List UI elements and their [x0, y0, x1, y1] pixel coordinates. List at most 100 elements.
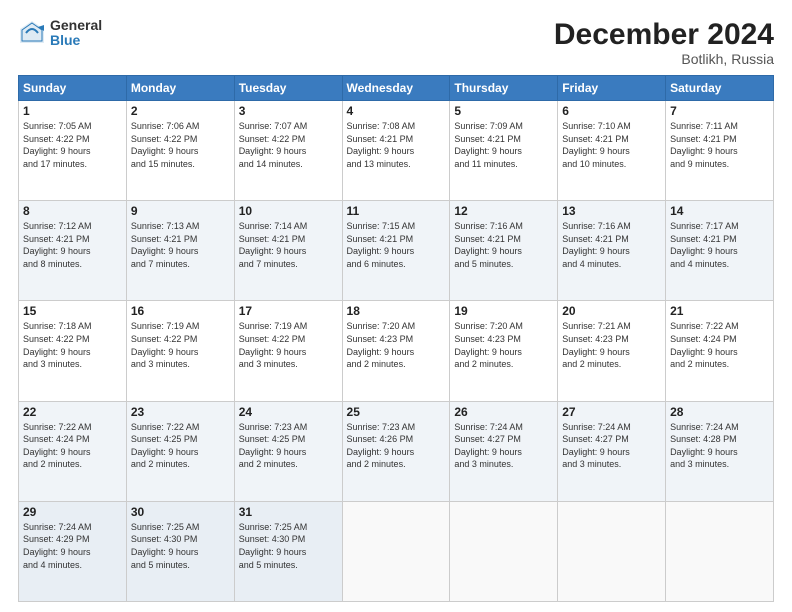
calendar-cell: 26 Sunrise: 7:24 AM Sunset: 4:27 PM Dayli… [450, 401, 558, 501]
day-info: Sunrise: 7:08 AM Sunset: 4:21 PM Dayligh… [347, 120, 446, 170]
day-info: Sunrise: 7:16 AM Sunset: 4:21 PM Dayligh… [562, 220, 661, 270]
day-number: 29 [23, 505, 122, 519]
calendar-cell: 13Sunrise: 7:16 AM Sunset: 4:21 PM Dayli… [558, 201, 666, 301]
day-info: Sunrise: 7:22 AM Sunset: 4:24 PM Dayligh… [23, 421, 122, 471]
day-info: Sunrise: 7:05 AM Sunset: 4:22 PM Dayligh… [23, 120, 122, 170]
day-number: 3 [239, 104, 338, 118]
calendar-cell: 23 Sunrise: 7:22 AM Sunset: 4:25 PM Dayli… [126, 401, 234, 501]
calendar-cell: 14 Sunrise: 7:17 AM Sunset: 4:21 PM Dayli… [666, 201, 774, 301]
day-number: 16 [131, 304, 230, 318]
day-number: 9 [131, 204, 230, 218]
day-number: 5 [454, 104, 553, 118]
day-info: Sunrise: 7:19 AM Sunset: 4:22 PM Dayligh… [239, 320, 338, 370]
day-number: 23 [131, 405, 230, 419]
day-number: 28 [670, 405, 769, 419]
calendar-cell: 25Sunrise: 7:23 AM Sunset: 4:26 PM Dayli… [342, 401, 450, 501]
calendar-cell: 21 Sunrise: 7:22 AM Sunset: 4:24 PM Dayli… [666, 301, 774, 401]
day-info: Sunrise: 7:24 AM Sunset: 4:27 PM Dayligh… [454, 421, 553, 471]
calendar-cell: 19Sunrise: 7:20 AM Sunset: 4:23 PM Dayli… [450, 301, 558, 401]
day-info: Sunrise: 7:10 AM Sunset: 4:21 PM Dayligh… [562, 120, 661, 170]
day-info: Sunrise: 7:22 AM Sunset: 4:25 PM Dayligh… [131, 421, 230, 471]
day-info: Sunrise: 7:12 AM Sunset: 4:21 PM Dayligh… [23, 220, 122, 270]
calendar-cell [558, 501, 666, 601]
calendar-cell: 22 Sunrise: 7:22 AM Sunset: 4:24 PM Dayli… [19, 401, 127, 501]
week-row-4: 29Sunrise: 7:24 AM Sunset: 4:29 PM Dayli… [19, 501, 774, 601]
calendar-cell: 12 Sunrise: 7:16 AM Sunset: 4:21 PM Dayli… [450, 201, 558, 301]
calendar-cell: 10 Sunrise: 7:14 AM Sunset: 4:21 PM Dayli… [234, 201, 342, 301]
header-wednesday: Wednesday [342, 76, 450, 101]
day-number: 14 [670, 204, 769, 218]
day-info: Sunrise: 7:25 AM Sunset: 4:30 PM Dayligh… [239, 521, 338, 571]
calendar-table: SundayMondayTuesdayWednesdayThursdayFrid… [18, 75, 774, 602]
day-number: 1 [23, 104, 122, 118]
calendar-cell: 9Sunrise: 7:13 AM Sunset: 4:21 PM Daylig… [126, 201, 234, 301]
day-number: 15 [23, 304, 122, 318]
header-saturday: Saturday [666, 76, 774, 101]
logo: General Blue [18, 18, 102, 49]
day-info: Sunrise: 7:18 AM Sunset: 4:22 PM Dayligh… [23, 320, 122, 370]
calendar-cell: 17 Sunrise: 7:19 AM Sunset: 4:22 PM Dayli… [234, 301, 342, 401]
header-monday: Monday [126, 76, 234, 101]
logo-line1: General [50, 18, 102, 33]
day-number: 19 [454, 304, 553, 318]
calendar-cell: 3 Sunrise: 7:07 AM Sunset: 4:22 PM Daylig… [234, 101, 342, 201]
day-info: Sunrise: 7:19 AM Sunset: 4:22 PM Dayligh… [131, 320, 230, 370]
day-number: 7 [670, 104, 769, 118]
day-number: 17 [239, 304, 338, 318]
month-title: December 2024 [554, 18, 774, 51]
day-info: Sunrise: 7:07 AM Sunset: 4:22 PM Dayligh… [239, 120, 338, 170]
header-tuesday: Tuesday [234, 76, 342, 101]
day-info: Sunrise: 7:11 AM Sunset: 4:21 PM Dayligh… [670, 120, 769, 170]
calendar-cell: 31 Sunrise: 7:25 AM Sunset: 4:30 PM Dayli… [234, 501, 342, 601]
week-row-0: 1 Sunrise: 7:05 AM Sunset: 4:22 PM Daylig… [19, 101, 774, 201]
calendar-cell: 4Sunrise: 7:08 AM Sunset: 4:21 PM Daylig… [342, 101, 450, 201]
calendar-cell: 7 Sunrise: 7:11 AM Sunset: 4:21 PM Daylig… [666, 101, 774, 201]
day-number: 10 [239, 204, 338, 218]
day-number: 30 [131, 505, 230, 519]
calendar-cell: 27 Sunrise: 7:24 AM Sunset: 4:27 PM Dayli… [558, 401, 666, 501]
week-row-1: 8 Sunrise: 7:12 AM Sunset: 4:21 PM Daylig… [19, 201, 774, 301]
day-number: 31 [239, 505, 338, 519]
day-info: Sunrise: 7:15 AM Sunset: 4:21 PM Dayligh… [347, 220, 446, 270]
calendar-cell: 5 Sunrise: 7:09 AM Sunset: 4:21 PM Daylig… [450, 101, 558, 201]
day-info: Sunrise: 7:20 AM Sunset: 4:23 PM Dayligh… [347, 320, 446, 370]
week-row-2: 15 Sunrise: 7:18 AM Sunset: 4:22 PM Dayli… [19, 301, 774, 401]
header-friday: Friday [558, 76, 666, 101]
calendar-cell: 6 Sunrise: 7:10 AM Sunset: 4:21 PM Daylig… [558, 101, 666, 201]
calendar-cell [342, 501, 450, 601]
calendar-cell: 11 Sunrise: 7:15 AM Sunset: 4:21 PM Dayli… [342, 201, 450, 301]
day-info: Sunrise: 7:14 AM Sunset: 4:21 PM Dayligh… [239, 220, 338, 270]
logo-text: General Blue [50, 18, 102, 49]
day-info: Sunrise: 7:21 AM Sunset: 4:23 PM Dayligh… [562, 320, 661, 370]
day-info: Sunrise: 7:25 AM Sunset: 4:30 PM Dayligh… [131, 521, 230, 571]
day-number: 27 [562, 405, 661, 419]
day-number: 18 [347, 304, 446, 318]
day-info: Sunrise: 7:23 AM Sunset: 4:25 PM Dayligh… [239, 421, 338, 471]
day-number: 22 [23, 405, 122, 419]
calendar-cell: 16 Sunrise: 7:19 AM Sunset: 4:22 PM Dayli… [126, 301, 234, 401]
day-number: 12 [454, 204, 553, 218]
calendar-cell [666, 501, 774, 601]
calendar-cell: 20Sunrise: 7:21 AM Sunset: 4:23 PM Dayli… [558, 301, 666, 401]
logo-icon [18, 19, 46, 47]
day-info: Sunrise: 7:24 AM Sunset: 4:27 PM Dayligh… [562, 421, 661, 471]
subtitle: Botlikh, Russia [554, 51, 774, 67]
day-info: Sunrise: 7:06 AM Sunset: 4:22 PM Dayligh… [131, 120, 230, 170]
calendar-cell: 1 Sunrise: 7:05 AM Sunset: 4:22 PM Daylig… [19, 101, 127, 201]
day-number: 26 [454, 405, 553, 419]
calendar-cell: 29Sunrise: 7:24 AM Sunset: 4:29 PM Dayli… [19, 501, 127, 601]
calendar-header-row: SundayMondayTuesdayWednesdayThursdayFrid… [19, 76, 774, 101]
day-number: 8 [23, 204, 122, 218]
calendar-cell: 2 Sunrise: 7:06 AM Sunset: 4:22 PM Daylig… [126, 101, 234, 201]
day-info: Sunrise: 7:09 AM Sunset: 4:21 PM Dayligh… [454, 120, 553, 170]
page: General Blue December 2024 Botlikh, Russ… [0, 0, 792, 612]
title-block: December 2024 Botlikh, Russia [554, 18, 774, 67]
day-number: 21 [670, 304, 769, 318]
day-info: Sunrise: 7:16 AM Sunset: 4:21 PM Dayligh… [454, 220, 553, 270]
calendar-cell: 15 Sunrise: 7:18 AM Sunset: 4:22 PM Dayli… [19, 301, 127, 401]
day-number: 6 [562, 104, 661, 118]
day-number: 11 [347, 204, 446, 218]
day-info: Sunrise: 7:22 AM Sunset: 4:24 PM Dayligh… [670, 320, 769, 370]
day-info: Sunrise: 7:17 AM Sunset: 4:21 PM Dayligh… [670, 220, 769, 270]
day-number: 2 [131, 104, 230, 118]
